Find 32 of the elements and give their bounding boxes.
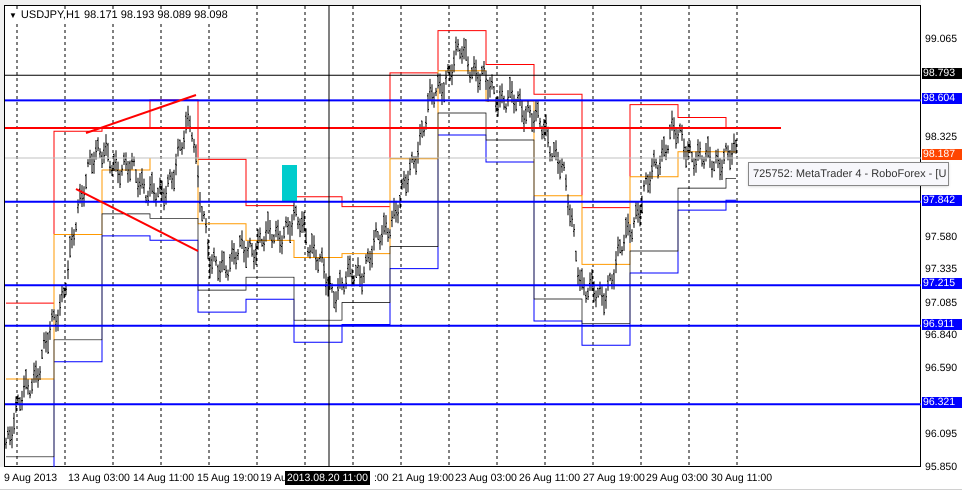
time-label: 21 Aug 19:00 [392, 471, 454, 485]
price-scale-label: 97.580 [925, 232, 958, 242]
highlight-zone [282, 165, 297, 201]
time-label: 26 Aug 11:00 [519, 471, 580, 485]
price-tag: 98.187 [922, 148, 962, 160]
price-tag: 97.215 [922, 278, 962, 290]
menu-icon[interactable]: ▼ [9, 12, 17, 20]
time-label: 27 Aug 19:00 [583, 471, 645, 485]
price-scale-label: 97.085 [925, 298, 958, 308]
price-tag: 98.604 [922, 93, 962, 104]
price-scale-label: 96.840 [925, 330, 958, 341]
crosshair-time-label: 2013.08.20 11:00 [285, 471, 370, 485]
price-tag: 98.793 [922, 68, 962, 80]
price-scale-label: 99.065 [925, 34, 958, 44]
tooltip: 725752: MetaTrader 4 - RoboForex - [U [748, 162, 950, 186]
time-label: 15 Aug 19:00 [197, 471, 259, 485]
time-label: 23 Aug 03:00 [455, 471, 517, 485]
price-tag: 96.911 [922, 318, 962, 330]
symbol-label: USDJPY,H1 [20, 10, 80, 21]
time-label: 14 Aug 11:00 [133, 471, 194, 485]
price-tag: 96.321 [922, 397, 962, 408]
ohlc-values: 98.171 98.193 98.089 98.098 [84, 10, 228, 21]
time-label: 29 Aug 03:00 [646, 471, 708, 485]
price-scale-label: 98.325 [925, 132, 958, 143]
price-scale-label: 96.590 [925, 363, 958, 374]
price-tag: 97.842 [922, 194, 962, 206]
price-scale-label: 95.850 [925, 462, 958, 472]
price-scale-label: 97.335 [925, 264, 958, 275]
time-label: 13 Aug 03:00 [68, 471, 130, 485]
time-label: 30 Aug 11:00 [711, 471, 772, 485]
time-label: 9 Aug 2013 [4, 471, 58, 485]
price-scale-label: 96.095 [925, 429, 958, 440]
